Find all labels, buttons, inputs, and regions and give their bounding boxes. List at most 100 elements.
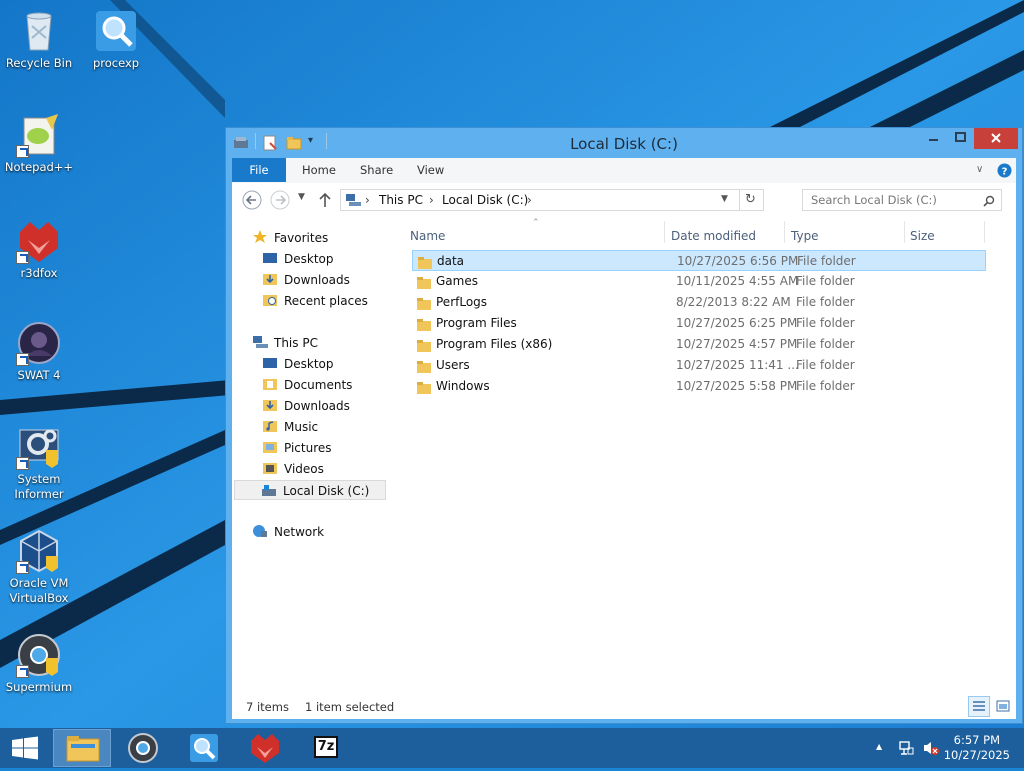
nav-pc-videos[interactable]: Videos — [262, 459, 324, 479]
show-hidden-icons-icon[interactable]: ▲ — [876, 742, 882, 751]
file-row-games[interactable]: Games 10/11/2025 4:55 AM File folder — [412, 271, 986, 292]
window-title: Local Disk (C:) — [570, 135, 678, 153]
column-name[interactable]: Name — [410, 229, 445, 243]
tab-home[interactable]: Home — [302, 158, 336, 182]
7zip-icon: 7z — [314, 736, 338, 758]
desktop-icon-supermium[interactable]: Supermium — [1, 632, 77, 695]
taskbar-procexp[interactable] — [175, 729, 233, 767]
recent-places-icon — [262, 293, 278, 307]
desktop-icon-r3dfox[interactable]: r3dfox — [1, 218, 77, 281]
desktop-icon-system-informer[interactable]: System Informer — [1, 424, 77, 502]
column-size[interactable]: Size — [910, 229, 935, 243]
breadcrumb-local-disk[interactable]: Local Disk (C:) — [442, 193, 528, 207]
navigation-bar: ▼ › This PC › Local Disk (C:) › ▼ ↻ Sear… — [232, 183, 1016, 217]
file-row-data[interactable]: data 10/27/2025 6:56 PM File folder — [412, 250, 986, 271]
item-count: 7 items — [246, 700, 289, 714]
close-button[interactable] — [974, 128, 1018, 149]
search-input[interactable]: Search Local Disk (C:) — [802, 189, 1002, 211]
tab-view[interactable]: View — [417, 158, 444, 182]
desktop-icon-procexp[interactable]: procexp — [78, 8, 154, 71]
desktop-icon-notepad-plus-plus[interactable]: Notepad++ — [1, 112, 77, 175]
refresh-icon[interactable]: ↻ — [745, 192, 756, 207]
nav-this-pc[interactable]: This PC — [252, 333, 318, 353]
title-bar[interactable]: ▾ Local Disk (C:) — [226, 128, 1022, 158]
nav-favorites-recent-places[interactable]: Recent places — [262, 291, 368, 311]
file-row-program-files[interactable]: Program Files 10/27/2025 6:25 PM File fo… — [412, 313, 986, 334]
search-icon — [983, 193, 995, 213]
start-button[interactable] — [0, 729, 50, 767]
notepad-plus-plus-icon — [16, 112, 62, 158]
desktop-icon-recycle-bin[interactable]: Recycle Bin — [1, 8, 77, 71]
music-icon — [262, 419, 278, 433]
address-bar[interactable]: › This PC › Local Disk (C:) › ▼ ↻ — [340, 189, 764, 211]
desktop-icon-label: r3dfox — [20, 266, 58, 280]
large-icons-view-icon[interactable] — [993, 697, 1013, 716]
nav-favorites-downloads[interactable]: Downloads — [262, 270, 350, 290]
column-date-modified[interactable]: Date modified — [671, 229, 756, 243]
clock[interactable]: 6:57 PM 10/27/2025 — [944, 733, 1010, 763]
svg-text:?: ? — [1002, 167, 1008, 178]
videos-icon — [262, 461, 278, 475]
folder-icon — [417, 317, 431, 331]
network-tray-icon[interactable] — [898, 740, 914, 759]
supermium-icon — [128, 733, 158, 763]
file-row-program-files-x86[interactable]: Program Files (x86) 10/27/2025 4:57 PM F… — [412, 334, 986, 355]
taskbar-supermium[interactable] — [114, 729, 172, 767]
nav-pc-documents[interactable]: Documents — [262, 375, 352, 395]
folder-icon — [417, 338, 431, 352]
nav-favorites[interactable]: Favorites — [252, 228, 328, 248]
file-row-windows[interactable]: Windows 10/27/2025 5:58 PM File folder — [412, 376, 986, 397]
r3dfox-icon — [251, 734, 279, 763]
nav-network[interactable]: Network — [252, 522, 324, 542]
desktop-icon-swat4[interactable]: SWAT 4 — [1, 320, 77, 383]
nav-pc-music[interactable]: Music — [262, 417, 318, 437]
r3dfox-icon — [16, 218, 62, 264]
tab-file[interactable]: File — [232, 158, 286, 182]
procexp-icon — [190, 734, 218, 762]
column-type[interactable]: Type — [791, 229, 819, 243]
file-row-users[interactable]: Users 10/27/2025 11:41 ... File folder — [412, 355, 986, 376]
breadcrumb-this-pc[interactable]: This PC — [379, 193, 423, 207]
recycle-bin-icon — [16, 8, 62, 54]
forward-button[interactable] — [270, 190, 290, 213]
this-pc-icon — [345, 193, 361, 210]
desktop-icon-virtualbox[interactable]: Oracle VM VirtualBox — [1, 528, 77, 606]
nav-pc-local-disk[interactable]: Local Disk (C:) — [234, 480, 386, 500]
nav-pc-downloads[interactable]: Downloads — [262, 396, 350, 416]
taskbar: 7z ▲ 6:57 PM 10/27/2025 — [0, 728, 1024, 768]
taskbar-file-explorer[interactable] — [53, 729, 111, 767]
folder-icon — [418, 255, 432, 269]
volume-muted-icon[interactable] — [922, 740, 940, 759]
folder-icon — [417, 359, 431, 373]
back-button[interactable] — [242, 190, 262, 213]
maximize-button[interactable] — [947, 128, 974, 149]
documents-icon — [262, 377, 278, 391]
recent-locations-icon[interactable]: ▼ — [298, 192, 305, 202]
expand-ribbon-icon[interactable]: ∨ — [976, 158, 983, 182]
system-informer-icon — [16, 424, 62, 470]
details-view-icon[interactable] — [968, 696, 990, 717]
desktop-icon-label: Notepad++ — [4, 160, 74, 174]
nav-pc-desktop[interactable]: Desktop — [262, 354, 334, 374]
desktop-icon-label: System Informer — [14, 472, 64, 501]
desktop-icon-label: Recycle Bin — [5, 56, 73, 70]
desktop-icon-label: SWAT 4 — [17, 368, 61, 382]
desktop-icon — [262, 251, 278, 265]
supermium-icon — [16, 632, 62, 678]
file-explorer-window[interactable]: ▾ Local Disk (C:) File Home Share View ∨… — [225, 127, 1023, 724]
file-row-perflogs[interactable]: PerfLogs 8/22/2013 8:22 AM File folder — [412, 292, 986, 313]
minimize-button[interactable] — [920, 128, 947, 149]
taskbar-7zip[interactable]: 7z — [297, 729, 355, 767]
selection-count: 1 item selected — [305, 700, 395, 714]
tab-share[interactable]: Share — [360, 158, 393, 182]
nav-pc-pictures[interactable]: Pictures — [262, 438, 332, 458]
folder-icon — [417, 380, 431, 394]
nav-favorites-desktop[interactable]: Desktop — [262, 249, 334, 269]
network-icon — [252, 524, 268, 538]
clock-date: 10/27/2025 — [943, 748, 1010, 762]
status-bar: 7 items 1 item selected — [232, 695, 1016, 719]
up-arrow-icon[interactable] — [318, 191, 332, 212]
taskbar-r3dfox[interactable] — [236, 729, 294, 767]
this-pc-icon — [252, 335, 268, 349]
address-dropdown-icon[interactable]: ▼ — [721, 194, 728, 204]
